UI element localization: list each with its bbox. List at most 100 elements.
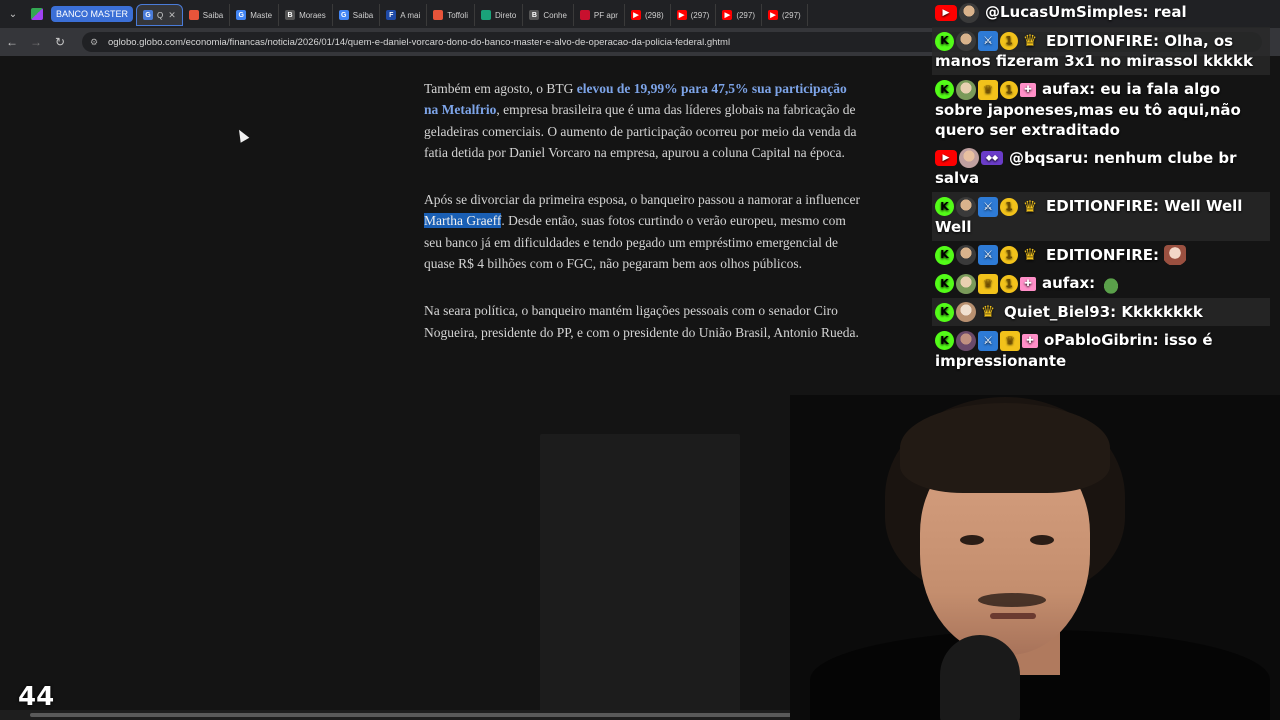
article-paragraph: Também em agosto, o BTG elevou de 19,99%… [424, 78, 864, 163]
kick-icon: K [935, 331, 954, 350]
chat-message: K ⚔ ♛ ✚ oPabloGibrin: isso é impressionante [932, 326, 1270, 375]
browser-tab[interactable]: B Moraes [279, 4, 333, 26]
tab-favicon-icon [188, 10, 199, 20]
browser-tab[interactable]: G Q ✕ [136, 4, 183, 26]
chat-username: EDITIONFIRE: [1046, 197, 1160, 215]
tab-favicon-icon: ▶ [676, 10, 687, 20]
crown-icon: ♛ [1022, 196, 1038, 216]
badge-row: K ⚔ 1 ♛ [935, 245, 1042, 265]
youtube-icon: ▶ [935, 4, 957, 21]
browser-tab[interactable]: G Maste [230, 4, 280, 26]
avatar [956, 79, 976, 100]
site-info-icon[interactable]: ⚙ [88, 36, 100, 48]
webcam-mouth [990, 613, 1036, 619]
tab-title: Q [157, 10, 164, 20]
browser-tab[interactable]: ▶ (298) [625, 4, 671, 26]
member-badge-icon: ◆◆ [981, 151, 1003, 165]
chat-message: K ⚔ 1 ♛ EDITIONFIRE: [932, 241, 1270, 270]
ad-placeholder [540, 434, 740, 720]
tab-favicon-icon: ▶ [768, 10, 778, 20]
close-tab-icon[interactable]: ✕ [168, 10, 176, 21]
kick-icon: K [935, 80, 954, 99]
tab-favicon-icon: F [386, 10, 397, 20]
kick-icon: K [935, 274, 954, 293]
coin-badge-icon: 1 [1000, 246, 1018, 264]
stream-counter: 44 [18, 682, 55, 712]
tab-group-banco-master[interactable]: BANCO MASTER [51, 6, 134, 22]
badge-row: K ♛ 1 ✚ [935, 273, 1038, 294]
webcam-fringe [900, 403, 1110, 493]
browser-tab[interactable]: Toffoli [427, 4, 475, 26]
webcam-mustache [978, 593, 1046, 607]
browser-tab[interactable]: Saiba [183, 4, 231, 26]
crown-icon: ♛ [980, 302, 996, 321]
chat-username: oPabloGibrin: [1044, 331, 1159, 349]
tab-title: (297) [782, 10, 801, 20]
chat-message: K ⚔ 1 ♛ EDITIONFIRE: Well Well Well [932, 192, 1270, 241]
tab-title: Direto [495, 10, 517, 20]
coin-badge-icon: 1 [1000, 32, 1018, 50]
extension-icon[interactable] [26, 0, 48, 28]
gift-icon: ✚ [1020, 276, 1036, 291]
browser-tab[interactable]: Direto [475, 4, 524, 26]
chat-username: Quiet_Biel93: [1004, 302, 1117, 321]
chat-username: @LucasUmSimples: [985, 3, 1149, 21]
forward-icon[interactable]: → [24, 28, 48, 56]
chat-username: EDITIONFIRE: [1046, 245, 1160, 264]
moderator-icon: ⚔ [978, 31, 998, 51]
tab-title: (297) [736, 10, 755, 20]
moderator-icon: ⚔ [978, 245, 998, 265]
article-body: Também em agosto, o BTG elevou de 19,99%… [424, 78, 864, 369]
paragraph-text: Após se divorciar da primeira esposa, o … [424, 192, 860, 208]
tab-title: Saiba [202, 10, 224, 20]
coin-badge-icon: 1 [1000, 80, 1018, 99]
tab-favicon-icon: ▶ [722, 10, 733, 20]
tab-title: Conhe [543, 10, 567, 20]
tab-favicon-icon: G [143, 10, 154, 20]
tab-search-icon[interactable]: ⌄ [0, 0, 26, 28]
browser-tab[interactable]: ▶ (297) [671, 4, 717, 26]
badge-row: K ♛ 1 ✚ [935, 79, 1038, 100]
back-icon[interactable]: ← [0, 28, 24, 56]
selected-text[interactable]: Martha Graeff [424, 213, 502, 229]
gift-icon: ✚ [1020, 82, 1036, 97]
kick-icon: K [935, 302, 954, 322]
article-paragraph: Após se divorciar da primeira esposa, o … [424, 189, 864, 274]
browser-tab[interactable]: ▶ (297) [716, 4, 762, 26]
tab-title: Saiba [352, 10, 374, 20]
browser-tab[interactable]: B Conhe [523, 4, 574, 26]
coin-badge-icon: 1 [1000, 274, 1018, 293]
badge-row: ▶ [935, 2, 981, 23]
browser-tab[interactable]: ▶ (297) [762, 4, 808, 26]
browser-tab[interactable]: FA mai [380, 4, 428, 26]
chat-message: K ⚔ 1 ♛ EDITIONFIRE: Olha, os manos fizeram … [932, 26, 1270, 75]
crown-box-icon: ♛ [978, 273, 998, 294]
chat-message: K ♛ 1 ✚ aufax: [932, 269, 1270, 298]
chat-username: @bqsaru: [1009, 148, 1089, 167]
tab-title: PF apr [593, 10, 618, 20]
tab-favicon-icon: G [338, 10, 349, 20]
reload-icon[interactable]: ↻ [48, 28, 72, 56]
browser-tab[interactable]: G Saiba [333, 4, 381, 26]
paragraph-text: Também em agosto, o BTG [424, 81, 577, 96]
chat-message: ▶ @LucasUmSimples: real [932, 0, 1270, 27]
avatar [956, 31, 976, 51]
chat-username: aufax: [1042, 80, 1096, 98]
tab-title: Toffoli [447, 10, 468, 20]
youtube-icon: ▶ [935, 150, 957, 166]
crown-box-icon: ♛ [978, 79, 998, 100]
badge-row: K ⚔ 1 ♛ [935, 31, 1042, 51]
browser-tab[interactable]: PF apr [574, 4, 625, 26]
url-text[interactable]: oglobo.globo.com/economia/financas/notic… [108, 37, 730, 48]
webcam-eye [1030, 535, 1054, 545]
chat-message: ▶ ◆◆ @bqsaru: nenhum clube br salva [932, 144, 1270, 193]
avatar [956, 330, 976, 351]
article-paragraph: Na seara política, o banqueiro mantém li… [424, 300, 864, 343]
paragraph-text: Na seara política, o banqueiro mantém li… [424, 303, 859, 340]
avatar [956, 245, 976, 265]
tab-favicon-icon [433, 10, 444, 20]
crown-box-icon: ♛ [1000, 330, 1020, 351]
screen: ⌄ BANCO MASTER G Q ✕ Saiba G Maste B Moraes G Sai… [0, 0, 1280, 720]
badge-row: K ⚔ ♛ ✚ [935, 330, 1040, 351]
chat-text: Kkkkkkkk [1121, 302, 1203, 321]
